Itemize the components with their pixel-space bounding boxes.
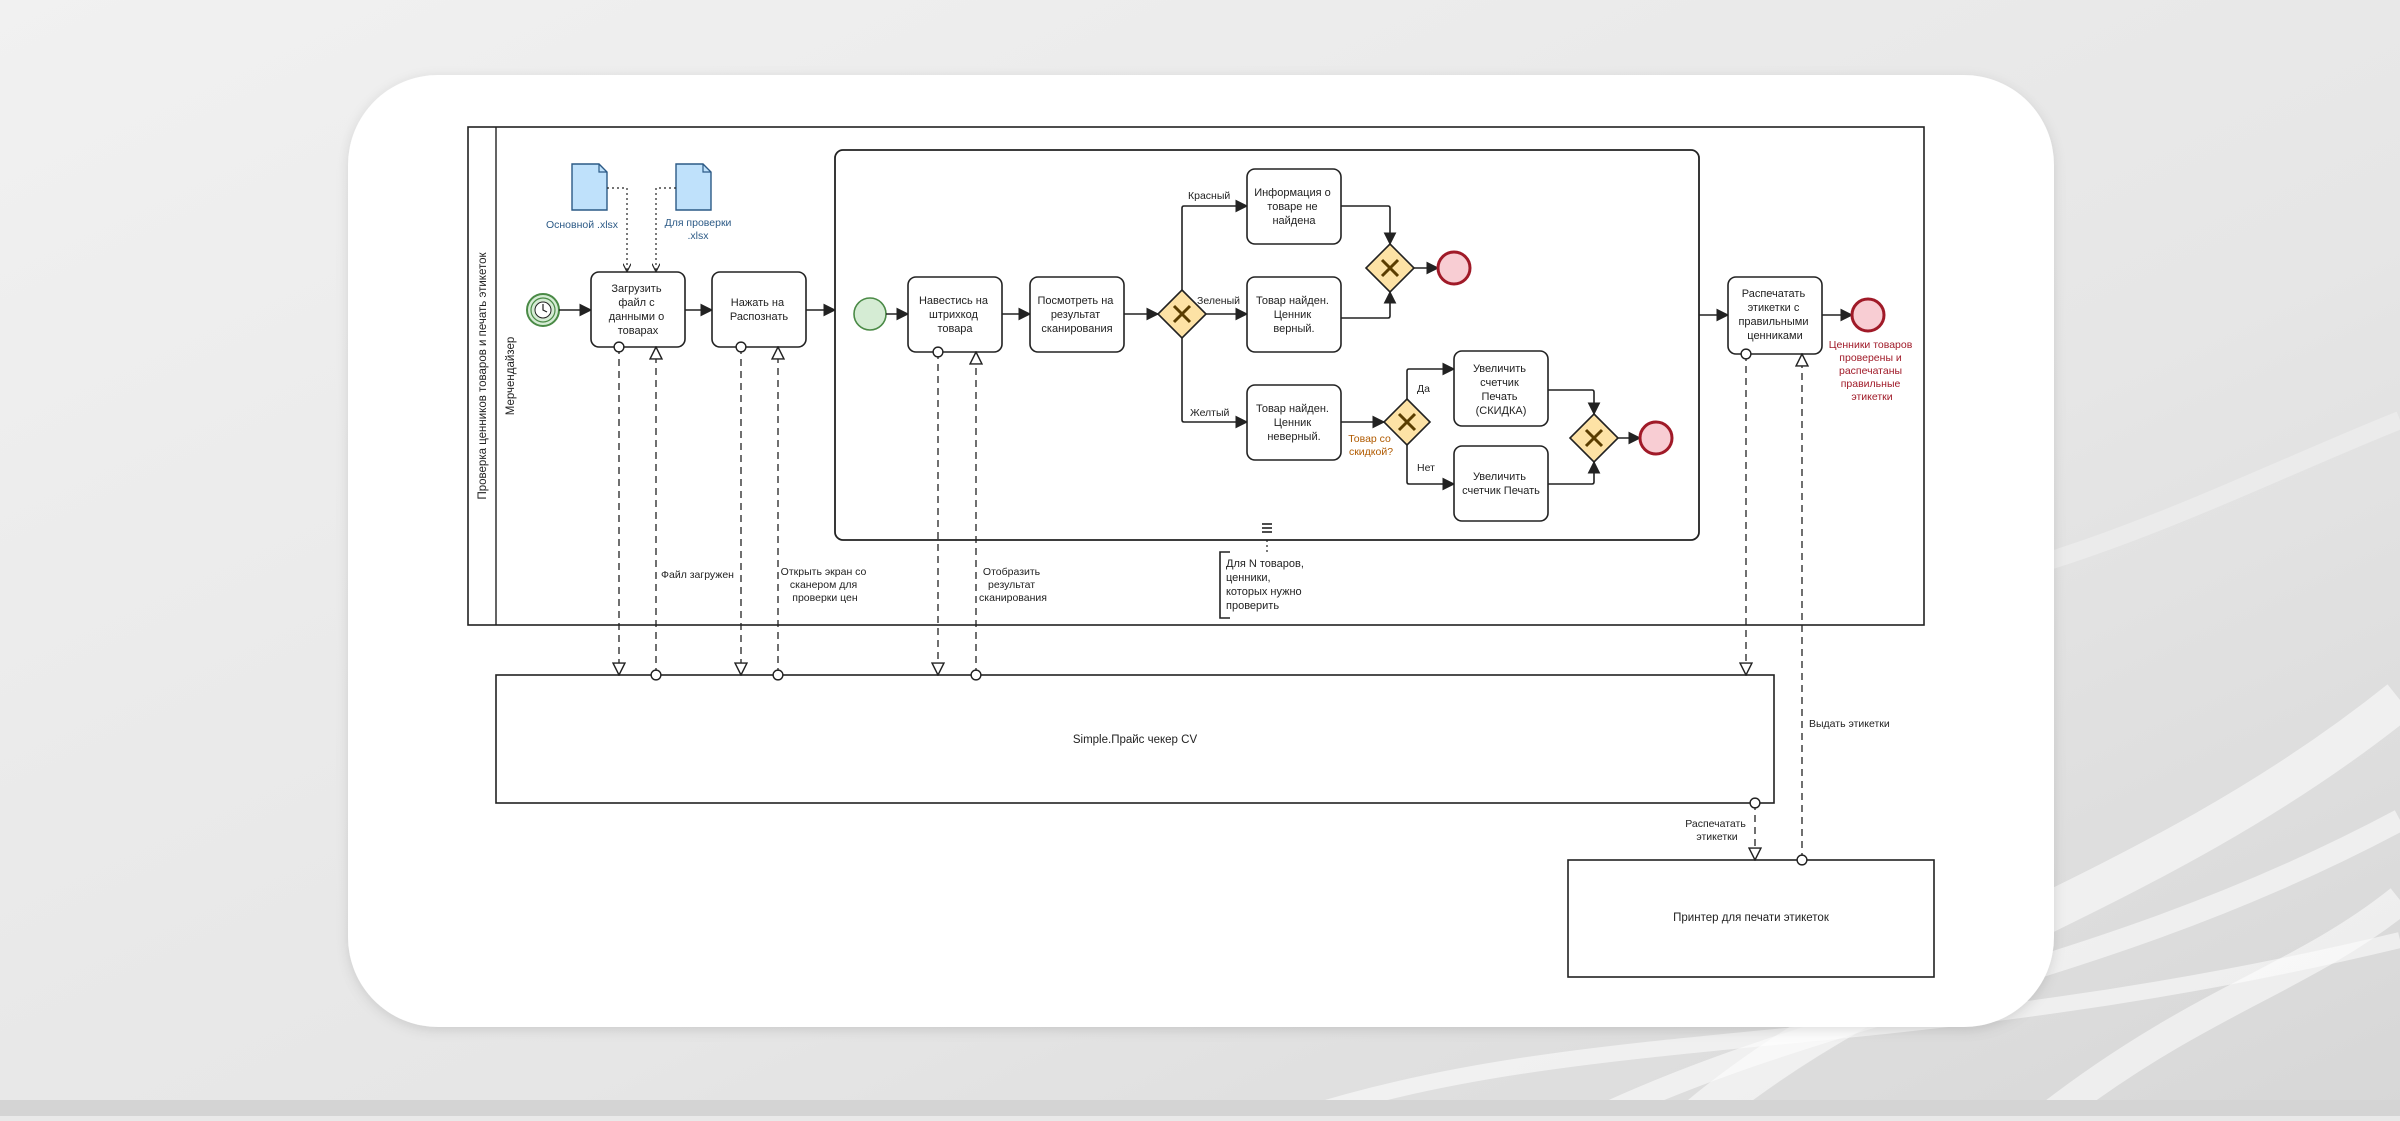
task-inc-discount-line: (СКИДКА) [1476, 405, 1527, 417]
end-event-bottom[interactable] [1638, 420, 1674, 456]
start-timer-event[interactable] [526, 293, 560, 327]
document-icon [571, 163, 608, 211]
canvas: Проверка ценников товаров и печать этике… [0, 0, 2400, 1121]
end-event-label-line: этикетки [1851, 391, 1892, 403]
system-app-pool[interactable]: Simple.Прайс чекер CV [495, 674, 1775, 804]
msg-print-labels-line: Распечатать [1685, 818, 1746, 830]
task-print-labels-line: правильными [1738, 316, 1808, 328]
svg-text:Товар со скидкой?: Товар со скидкой? [1348, 433, 1394, 458]
task-inc-print-line: счетчик Печать [1462, 485, 1540, 497]
loop-annotation-line: проверить [1226, 600, 1279, 612]
msg-issue-labels: Выдать этикетки [1809, 718, 1890, 730]
end-event-label-line: проверены и [1839, 352, 1902, 364]
system-app-label: Simple.Прайс чекер CV [1073, 734, 1198, 746]
task-info-not-found[interactable]: Информация о товаре не найдена [1246, 168, 1342, 245]
flow-label-green: Зеленый [1197, 295, 1240, 307]
loop-annotation-line: ценники, [1226, 572, 1271, 584]
loop-annotation-line: которых нужно [1226, 586, 1302, 598]
end-event-label-line: Ценники товаров [1829, 339, 1913, 351]
svg-text:Отобразить результат с: Отобразить результат сканирования [979, 566, 1047, 604]
end-event-label-line: распечатаны [1839, 365, 1902, 377]
task-print-labels-line: ценниками [1747, 330, 1802, 342]
task-price-correct[interactable]: Товар найден. Ценник верный. [1246, 276, 1342, 353]
msg-open-scanner-line: проверки цен [792, 592, 858, 604]
msg-show-result-line: результат [988, 579, 1035, 591]
msg-show-result-line: сканирования [979, 592, 1047, 604]
gateway-question-line: Товар со [1348, 433, 1391, 445]
doc-check-file-label-2: .xlsx [688, 230, 710, 242]
task-scan-line: товара [937, 323, 973, 335]
pool-title: Проверка ценников товаров и печать этике… [477, 252, 489, 500]
task-view-line: сканирования [1041, 323, 1112, 335]
task-upload-line: файл с [618, 297, 655, 309]
lane-title: Мерчендайзер [505, 337, 517, 415]
end-event-label-line: правильные [1841, 378, 1901, 390]
task-not-found-line: найдена [1272, 215, 1316, 227]
task-not-found-line: товаре не [1267, 201, 1317, 213]
task-upload-file[interactable]: Загрузить файл с данными о товарах [590, 271, 686, 348]
subprocess-start-event[interactable] [853, 297, 887, 331]
task-price-incorrect[interactable]: Товар найден. Ценник неверный. [1246, 384, 1342, 461]
msg-print-labels-line: этикетки [1696, 831, 1737, 843]
task-scan-line: штрихкод [929, 309, 978, 321]
flow-label-red: Красный [1188, 190, 1230, 202]
flow-label-yes: Да [1417, 383, 1430, 395]
end-event-main[interactable] [1850, 297, 1886, 333]
task-inc-print-line: Увеличить [1473, 471, 1526, 483]
task-inc-discount-line: Увеличить [1473, 363, 1526, 375]
doc-main-file-label: Основной .xlsx [546, 219, 619, 231]
task-print-labels-line: Распечатать [1742, 288, 1806, 300]
flow-label-yellow: Желтый [1190, 407, 1230, 419]
task-inc-discount[interactable]: Увеличить счетчик Печать (СКИДКА) [1453, 350, 1549, 427]
task-incorrect-line: Товар найден. [1256, 403, 1329, 415]
gateway-question-line: скидкой? [1349, 446, 1393, 458]
task-recognize-line: Нажать на [731, 297, 785, 309]
bpmn-diagram: Проверка ценников товаров и печать этике… [0, 0, 2400, 1121]
task-upload-line: Загрузить [611, 283, 661, 295]
msg-show-result-line: Отобразить [983, 566, 1041, 578]
task-press-recognize[interactable]: Нажать на Распознать [711, 271, 807, 348]
task-correct-line: Товар найден. [1256, 295, 1329, 307]
task-scan-barcode[interactable]: Навестись на штрихкод товара [907, 276, 1003, 353]
task-not-found-line: Информация о [1254, 187, 1331, 199]
task-view-line: Посмотреть на [1038, 295, 1115, 307]
document-icon [675, 163, 712, 211]
flow-label-no: Нет [1417, 462, 1435, 474]
task-upload-line: товарах [618, 325, 659, 337]
msg-open-scanner-line: Открыть экран со [781, 566, 867, 578]
task-incorrect-line: неверный. [1267, 431, 1320, 443]
doc-check-file-label-1: Для проверки [665, 217, 732, 229]
loop-annotation-line: Для N товаров, [1226, 558, 1304, 570]
task-inc-discount-line: Печать [1481, 391, 1517, 403]
task-print-labels[interactable]: Распечатать этикетки с правильными ценни… [1727, 276, 1823, 355]
svg-text:Открыть экран со сканером: Открыть экран со сканером для проверки ц… [781, 566, 870, 604]
task-incorrect-line: Ценник [1274, 417, 1312, 429]
task-correct-line: верный. [1273, 323, 1314, 335]
msg-file-loaded: Файл загружен [661, 569, 734, 581]
task-scan-line: Навестись на [919, 295, 989, 307]
end-event-top[interactable] [1436, 250, 1472, 286]
task-recognize-line: Распознать [730, 311, 789, 323]
task-print-labels-line: этикетки с [1748, 302, 1800, 314]
msg-open-scanner-line: сканером для [790, 579, 857, 591]
system-printer-pool[interactable]: Принтер для печати этикеток [1567, 859, 1935, 978]
system-printer-label: Принтер для печати этикеток [1673, 912, 1830, 924]
task-view-line: результат [1051, 309, 1100, 321]
task-view-result[interactable]: Посмотреть на результат сканирования [1029, 276, 1125, 353]
clock-icon [534, 301, 552, 319]
task-correct-line: Ценник [1274, 309, 1312, 321]
task-inc-discount-line: счетчик [1480, 377, 1519, 389]
task-upload-line: данными о [609, 311, 664, 323]
task-inc-print[interactable]: Увеличить счетчик Печать [1453, 445, 1549, 522]
